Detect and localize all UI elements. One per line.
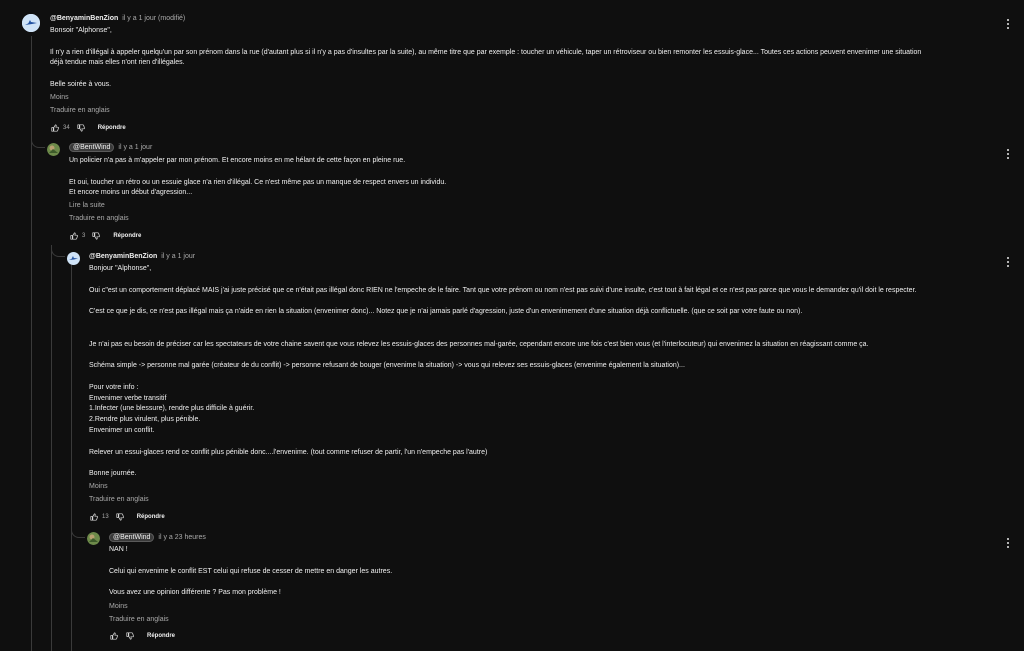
- thread-line: [71, 264, 72, 651]
- timestamp[interactable]: il y a 1 jour: [118, 144, 152, 151]
- comment-line: [89, 318, 989, 329]
- reply-button[interactable]: Répondre: [113, 233, 141, 239]
- comment-line: Bonne journée.: [89, 470, 137, 478]
- comment-line: Il n'y a rien d'illégal à appeler quelqu…: [50, 48, 922, 56]
- comment-line: Bonsoir "Alphonse",: [50, 27, 112, 34]
- show-less-link[interactable]: Moins: [50, 94, 69, 101]
- thread-line: [51, 245, 52, 651]
- comment-line: déjà tendue mais elles n'ont rien d'illé…: [50, 59, 185, 67]
- thumbs-down-icon[interactable]: [76, 123, 86, 133]
- thumbs-down-icon[interactable]: [115, 512, 125, 522]
- comment-text: Un policier n'a pas à m'appeler par mon …: [69, 156, 989, 199]
- comment-line: [69, 167, 989, 178]
- comment-line: [89, 372, 989, 383]
- comment-header: @BenyaminBenZion il y a 1 jour: [89, 252, 195, 262]
- comment-line: [89, 437, 989, 448]
- comment-line: 2.Rendre plus virulent, plus pénible.: [89, 416, 201, 424]
- thread-connector: [51, 245, 65, 257]
- comment-line: Envenimer un conflit.: [89, 426, 155, 434]
- thread-connector: [71, 526, 85, 538]
- comment-line: [89, 458, 989, 469]
- comment-line: Envenimer verbe transitif: [89, 394, 167, 402]
- comment-line: Je n'ai pas eu besoin de préciser car le…: [89, 340, 869, 348]
- comment-header: @BenyaminBenZion il y a 1 jour (modifié): [50, 14, 185, 24]
- timestamp[interactable]: il y a 1 jour (modifié): [122, 15, 185, 22]
- comment-line: 1.Infecter (une blessure), rendre plus d…: [89, 405, 255, 413]
- comment-line: Relever un essui-glaces rend ce conflit …: [89, 448, 488, 456]
- like-count: 13: [102, 514, 109, 520]
- comment-line: [50, 69, 1000, 80]
- comment-line: C'est ce que je dis, ce n'est pas illéga…: [89, 308, 803, 316]
- author-name[interactable]: @BenyaminBenZion: [50, 15, 118, 22]
- comment-line: [50, 37, 1000, 48]
- comment-line: Celui qui envenime le conflit EST celui …: [109, 567, 393, 575]
- translate-link[interactable]: Traduire en anglais: [69, 215, 129, 222]
- author-name[interactable]: @BentWind: [109, 533, 155, 542]
- comment-actions: 3 Répondre: [69, 231, 141, 241]
- comment-line: Schéma simple -> personne mal garée (cré…: [89, 362, 685, 370]
- translate-link[interactable]: Traduire en anglais: [89, 496, 149, 503]
- comment-text: NAN ! Celui qui envenime le conflit EST …: [109, 545, 989, 599]
- comment-text: Bonsoir "Alphonse", Il n'y a rien d'illé…: [50, 26, 1000, 91]
- comment-line: [109, 556, 989, 567]
- comment-actions: 13 Répondre: [89, 512, 165, 522]
- thumbs-down-icon[interactable]: [125, 631, 135, 641]
- like-count: 34: [63, 125, 70, 131]
- comment-line: Pour votre info :: [89, 383, 139, 391]
- comment-header: @BentWind il y a 1 jour: [69, 143, 152, 153]
- reply-button[interactable]: Répondre: [147, 633, 175, 639]
- like-count: 3: [82, 233, 86, 239]
- timestamp[interactable]: il y a 1 jour: [161, 253, 195, 260]
- reply-button[interactable]: Répondre: [98, 125, 126, 131]
- timestamp[interactable]: il y a 23 heures: [158, 534, 205, 541]
- comment-line: [89, 350, 989, 361]
- more-options-icon[interactable]: [1004, 256, 1012, 268]
- more-options-icon[interactable]: [1004, 18, 1012, 30]
- comment-line: Belle soirée à vous.: [50, 80, 112, 88]
- comment-line: Et encore moins un début d'agression...: [69, 189, 193, 197]
- show-less-link[interactable]: Moins: [109, 603, 128, 610]
- author-name[interactable]: @BenyaminBenZion: [89, 253, 157, 260]
- comment-actions: Répondre: [109, 631, 175, 641]
- thumbs-up-icon[interactable]: [50, 123, 60, 133]
- comment-line: [89, 275, 989, 286]
- translate-link[interactable]: Traduire en anglais: [109, 616, 169, 623]
- comment-actions: 34 Répondre: [50, 123, 126, 133]
- thread-connector: [31, 136, 45, 148]
- thread-line: [31, 36, 32, 651]
- comment-line: Bonjour "Alphonse",: [89, 265, 152, 272]
- comment-line: Un policier n'a pas à m'appeler par mon …: [69, 157, 406, 164]
- show-less-link[interactable]: Moins: [89, 483, 108, 490]
- more-options-icon[interactable]: [1004, 537, 1012, 549]
- comment-line: NAN !: [109, 546, 128, 553]
- thumbs-up-icon[interactable]: [109, 631, 119, 641]
- avatar[interactable]: [67, 252, 80, 265]
- author-name[interactable]: @BentWind: [69, 143, 115, 152]
- reply-button[interactable]: Répondre: [137, 514, 165, 520]
- thumbs-down-icon[interactable]: [91, 231, 101, 241]
- comment-line: Et oui, toucher un rétro ou un essuie gl…: [69, 178, 447, 186]
- avatar[interactable]: [87, 532, 100, 545]
- comment-thread: @BenyaminBenZion il y a 1 jour (modifié)…: [0, 0, 1024, 651]
- translate-link[interactable]: Traduire en anglais: [50, 107, 110, 114]
- comment-line: Vous avez une opinion différente ? Pas m…: [109, 589, 281, 597]
- comment-line: [89, 329, 989, 340]
- more-options-icon[interactable]: [1004, 148, 1012, 160]
- read-more-link[interactable]: Lire la suite: [69, 202, 105, 209]
- comment-text: Bonjour "Alphonse", Oui c"est un comport…: [89, 264, 989, 480]
- avatar[interactable]: [47, 143, 60, 156]
- comment-line: [109, 577, 989, 588]
- comment-header: @BentWind il y a 23 heures: [109, 533, 206, 543]
- comment-line: [89, 296, 989, 307]
- thumbs-up-icon[interactable]: [69, 231, 79, 241]
- thumbs-up-icon[interactable]: [89, 512, 99, 522]
- avatar[interactable]: [22, 14, 40, 32]
- comment-line: Oui c"est un comportement déplacé MAIS j…: [89, 286, 917, 294]
